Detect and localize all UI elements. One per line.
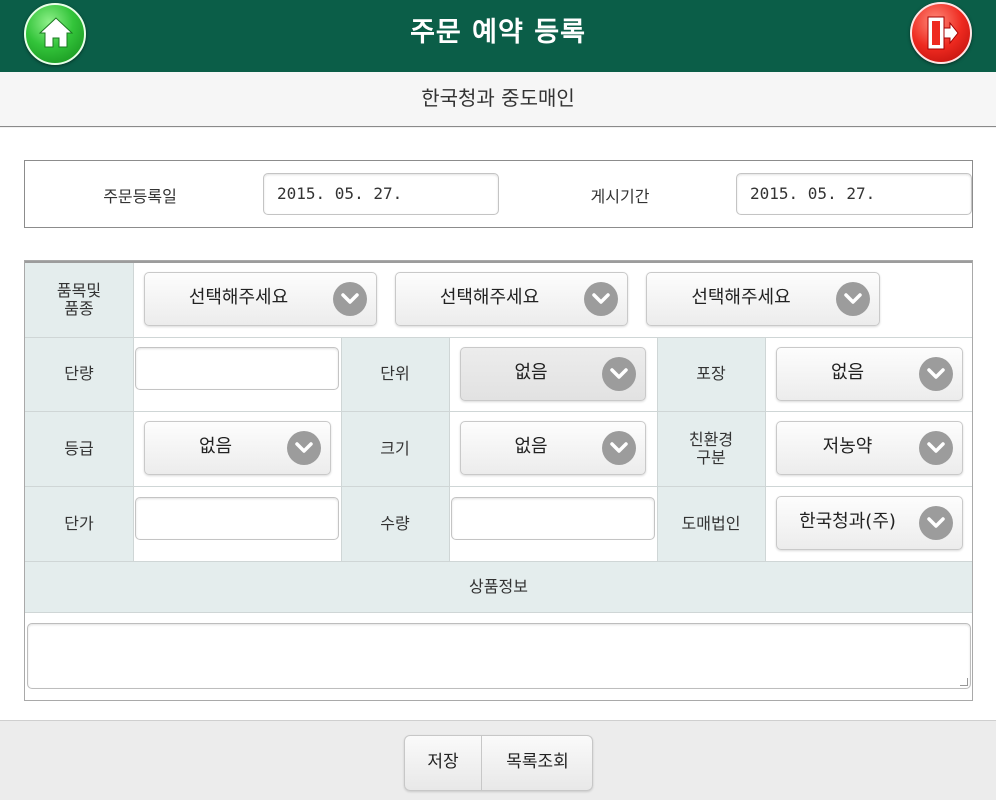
- item-variety-label: 품목및 품종: [56, 281, 102, 318]
- footer-bar: 저장 목록조회: [0, 720, 996, 800]
- chevron-down-icon: [602, 357, 636, 391]
- package-select[interactable]: 없음: [776, 347, 963, 401]
- item-select-3[interactable]: 선택해주세요: [646, 272, 880, 326]
- unit-label: 단위: [380, 364, 410, 383]
- wholesaler-select[interactable]: 한국청과(주): [776, 496, 963, 550]
- chevron-down-icon: [584, 282, 618, 316]
- page-title: 주문 예약 등록: [410, 17, 586, 48]
- date-section: 주문등록일 2015. 05. 27. 게시기간 2015. 05. 27.: [24, 160, 973, 228]
- chevron-down-icon: [919, 506, 953, 540]
- wholesaler-select-value: 한국청과(주): [799, 511, 896, 532]
- chevron-down-icon: [602, 431, 636, 465]
- size-label: 크기: [380, 438, 410, 458]
- order-date-input[interactable]: 2015. 05. 27.: [263, 173, 499, 215]
- quantity-input[interactable]: [451, 497, 655, 540]
- post-period-input[interactable]: 2015. 05. 27.: [736, 173, 972, 215]
- save-button[interactable]: 저장: [405, 736, 481, 790]
- app-header: 주문 예약 등록: [0, 0, 996, 72]
- grade-select-value: 없음: [198, 436, 233, 457]
- grid-line: [25, 486, 972, 487]
- unit-weight-label: 단량: [64, 364, 94, 383]
- grid-line: [25, 337, 972, 338]
- unit-price-input[interactable]: [135, 497, 339, 540]
- chevron-down-icon: [836, 282, 870, 316]
- exit-door-icon: [927, 16, 959, 50]
- grid-line: [133, 263, 134, 561]
- footer-button-group: 저장 목록조회: [404, 735, 593, 791]
- product-info-textarea[interactable]: [27, 623, 971, 689]
- eco-type-label: 친환경 구분: [688, 429, 734, 467]
- wholesaler-label: 도매법인: [681, 513, 741, 533]
- exit-button[interactable]: [910, 2, 972, 64]
- user-name: 한국청과 중도매인: [421, 86, 575, 110]
- size-select[interactable]: 없음: [460, 421, 646, 475]
- order-form: 품목및 품종 선택해주세요 선택해주세요 선택해주세요 단량 단위 없음 포장 …: [24, 260, 973, 701]
- item-select-2-value: 선택해주세요: [439, 287, 540, 308]
- sub-header: 한국청과 중도매인: [0, 72, 996, 127]
- package-label: 포장: [696, 364, 726, 383]
- chevron-down-icon: [333, 282, 367, 316]
- grid-line: [449, 337, 450, 561]
- post-period-label: 게시기간: [590, 187, 650, 206]
- chevron-down-icon: [287, 431, 321, 465]
- grid-line: [765, 337, 766, 561]
- item-select-1[interactable]: 선택해주세요: [144, 272, 377, 326]
- grid-line: [25, 411, 972, 412]
- order-date-label: 주문등록일: [103, 187, 177, 206]
- package-select-value: 없음: [830, 362, 865, 383]
- eco-type-select[interactable]: 저농약: [776, 421, 963, 475]
- grade-label: 등급: [64, 438, 94, 458]
- unit-select[interactable]: 없음: [460, 347, 646, 401]
- eco-type-select-value: 저농약: [822, 436, 873, 457]
- quantity-label: 수량: [380, 513, 410, 533]
- product-info-label: 상품정보: [469, 576, 528, 596]
- resize-grip-icon[interactable]: [960, 678, 968, 686]
- unit-weight-input[interactable]: [135, 347, 339, 390]
- chevron-down-icon: [919, 357, 953, 391]
- unit-price-label: 단가: [64, 513, 94, 533]
- item-select-1-value: 선택해주세요: [188, 287, 289, 308]
- unit-select-value: 없음: [514, 362, 548, 383]
- chevron-down-icon: [919, 431, 953, 465]
- size-select-value: 없음: [514, 436, 548, 457]
- grade-select[interactable]: 없음: [144, 421, 331, 475]
- view-list-button[interactable]: 목록조회: [482, 736, 592, 790]
- content-area: 주문등록일 2015. 05. 27. 게시기간 2015. 05. 27. 품…: [0, 128, 996, 720]
- item-select-3-value: 선택해주세요: [691, 287, 791, 308]
- item-select-2[interactable]: 선택해주세요: [395, 272, 628, 326]
- form-top-border: [25, 261, 972, 263]
- grid-line: [25, 612, 972, 613]
